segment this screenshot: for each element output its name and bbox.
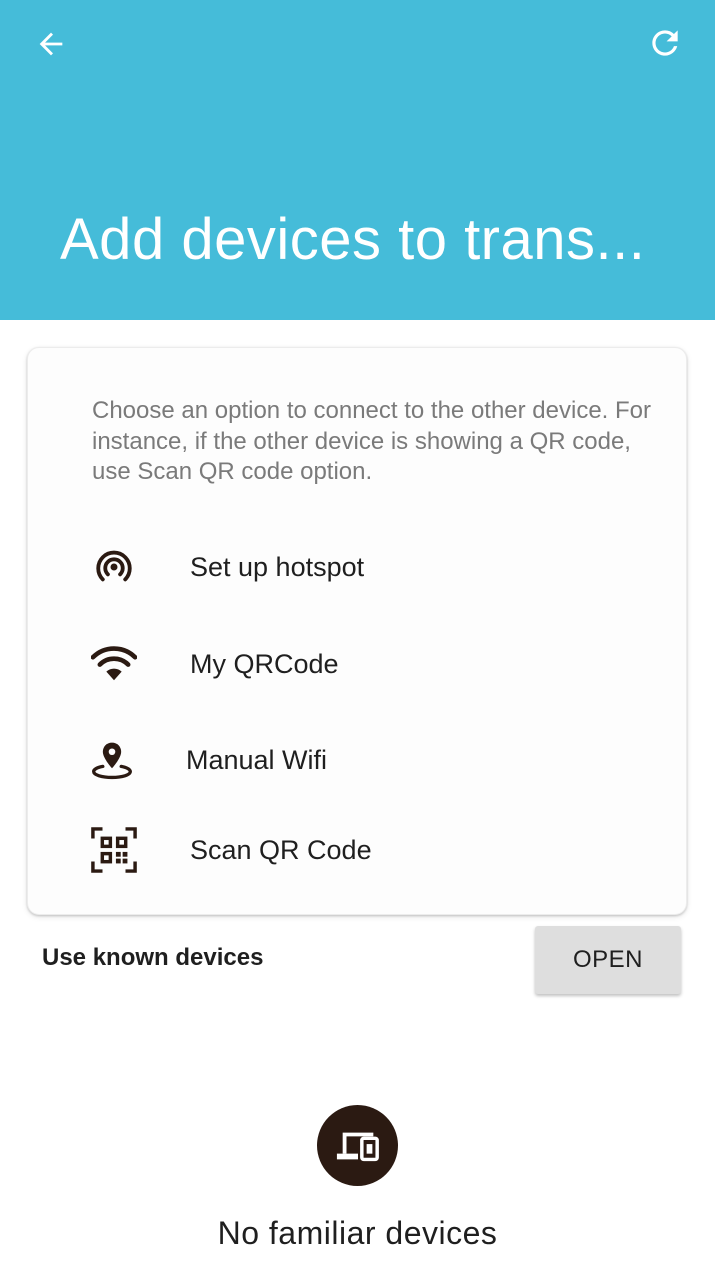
option-my-qrcode[interactable]: My QRCode <box>68 629 668 699</box>
option-label: My QRCode <box>190 648 339 679</box>
devices-icon <box>317 1105 398 1186</box>
option-label: Manual Wifi <box>186 744 328 775</box>
arrow-left-icon <box>39 32 63 56</box>
wifi-icon <box>68 629 160 699</box>
location-pin-icon <box>68 725 156 795</box>
refresh-icon <box>652 30 678 56</box>
known-devices-label: Use known devices <box>42 944 264 971</box>
option-manual-wifi[interactable]: Manual Wifi <box>68 725 668 795</box>
empty-state-text: No familiar devices <box>217 1215 498 1251</box>
open-button[interactable]: OPEN <box>535 926 681 994</box>
qr-code-icon <box>68 815 160 885</box>
back-button[interactable] <box>24 22 78 66</box>
instructions-text: Choose an option to connect to the other… <box>92 397 652 485</box>
page-title: Add devices to trans... <box>60 207 646 272</box>
app-bar: Add devices to trans... <box>0 0 715 320</box>
option-scan-qr-code[interactable]: Scan QR Code <box>68 815 668 885</box>
hotspot-icon <box>68 532 160 602</box>
option-set-up-hotspot[interactable]: Set up hotspot <box>68 532 668 602</box>
connect-options-card: Choose an option to connect to the other… <box>27 347 687 915</box>
refresh-button[interactable] <box>635 20 695 66</box>
option-label: Set up hotspot <box>190 551 365 582</box>
option-label: Scan QR Code <box>190 834 372 865</box>
